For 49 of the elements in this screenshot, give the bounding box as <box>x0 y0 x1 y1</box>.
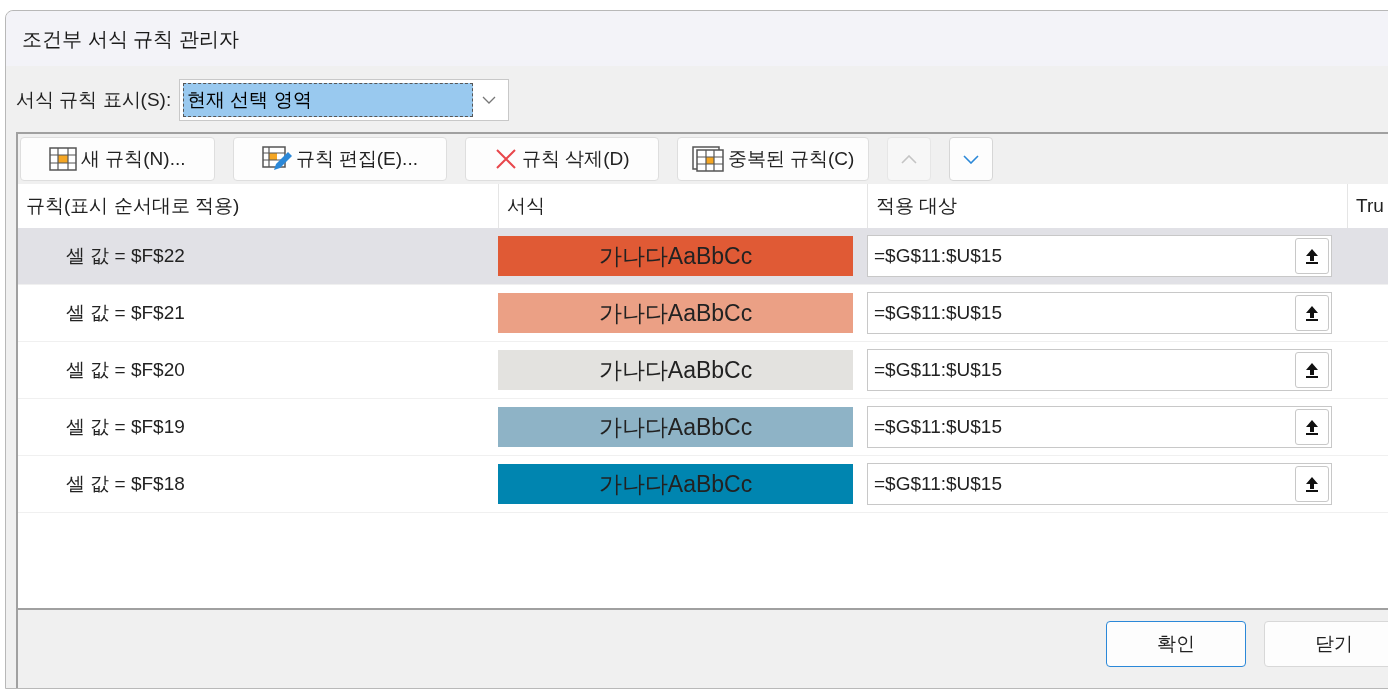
collapse-button[interactable] <box>1295 352 1329 388</box>
applies-to-value: =$G$11:$U$15 <box>874 414 1003 439</box>
close-button[interactable]: 닫기 <box>1264 621 1388 667</box>
format-preview: 가나다AaBbCc <box>498 350 853 390</box>
applies-to-field[interactable]: =$G$11:$U$15 <box>867 406 1332 448</box>
edit-rule-button[interactable]: 규칙 편집(E)... <box>232 137 447 181</box>
chevron-down-icon <box>963 154 980 164</box>
format-preview: 가나다AaBbCc <box>498 464 853 504</box>
rule-row[interactable]: 셀 값 = $F$22 가나다AaBbCc =$G$11:$U$15 <box>18 228 1388 285</box>
collapse-button[interactable] <box>1295 466 1329 502</box>
grid-copy-icon <box>691 146 724 172</box>
format-preview: 가나다AaBbCc <box>498 407 853 447</box>
applies-to-field[interactable]: =$G$11:$U$15 <box>867 349 1332 391</box>
grid-pencil-icon <box>261 146 292 172</box>
applies-to-value: =$G$11:$U$15 <box>874 471 1003 496</box>
format-preview: 가나다AaBbCc <box>498 293 853 333</box>
rule-cell-text: 셀 값 = $F$22 <box>65 243 186 268</box>
applies-to-value: =$G$11:$U$15 <box>874 357 1003 382</box>
ok-button[interactable]: 확인 <box>1106 621 1246 667</box>
collapse-button[interactable] <box>1295 295 1329 331</box>
dropdown-value: 현재 선택 영역 <box>183 83 474 117</box>
applies-to-value: =$G$11:$U$15 <box>874 243 1003 268</box>
upload-arrow-icon <box>1305 362 1319 378</box>
window-title: 조건부 서식 규칙 관리자 <box>22 26 239 52</box>
upload-arrow-icon <box>1305 248 1319 264</box>
applies-to-field[interactable]: =$G$11:$U$15 <box>867 235 1332 277</box>
upload-arrow-icon <box>1305 476 1319 492</box>
chevron-down-icon <box>482 96 497 104</box>
rule-cell-text: 셀 값 = $F$18 <box>65 471 186 496</box>
column-header[interactable]: 규칙(표시 순서대로 적용) <box>18 184 498 228</box>
show-rules-label: 서식 규칙 표시(S): <box>16 87 172 112</box>
grid-icon <box>49 147 77 171</box>
applies-to-field[interactable]: =$G$11:$U$15 <box>867 463 1332 505</box>
applies-to-value: =$G$11:$U$15 <box>874 300 1003 325</box>
new-rule-button[interactable]: 새 규칙(N)... <box>20 137 215 181</box>
collapse-button[interactable] <box>1295 238 1329 274</box>
upload-arrow-icon <box>1305 305 1319 321</box>
upload-arrow-icon <box>1305 419 1319 435</box>
collapse-button[interactable] <box>1295 409 1329 445</box>
delete-rule-button[interactable]: 규칙 삭제(D) <box>464 137 659 181</box>
rule-cell-text: 셀 값 = $F$21 <box>65 300 186 325</box>
rule-cell-text: 셀 값 = $F$20 <box>65 357 186 382</box>
duplicate-rule-button[interactable]: 중복된 규칙(C) <box>676 137 870 181</box>
chevron-up-icon <box>901 154 918 164</box>
rule-cell-text: 셀 값 = $F$19 <box>65 414 186 439</box>
format-preview: 가나다AaBbCc <box>498 236 853 276</box>
applies-to-field[interactable]: =$G$11:$U$15 <box>867 292 1332 334</box>
show-rules-dropdown[interactable]: 현재 선택 영역 <box>179 79 510 121</box>
close-icon <box>493 147 518 171</box>
